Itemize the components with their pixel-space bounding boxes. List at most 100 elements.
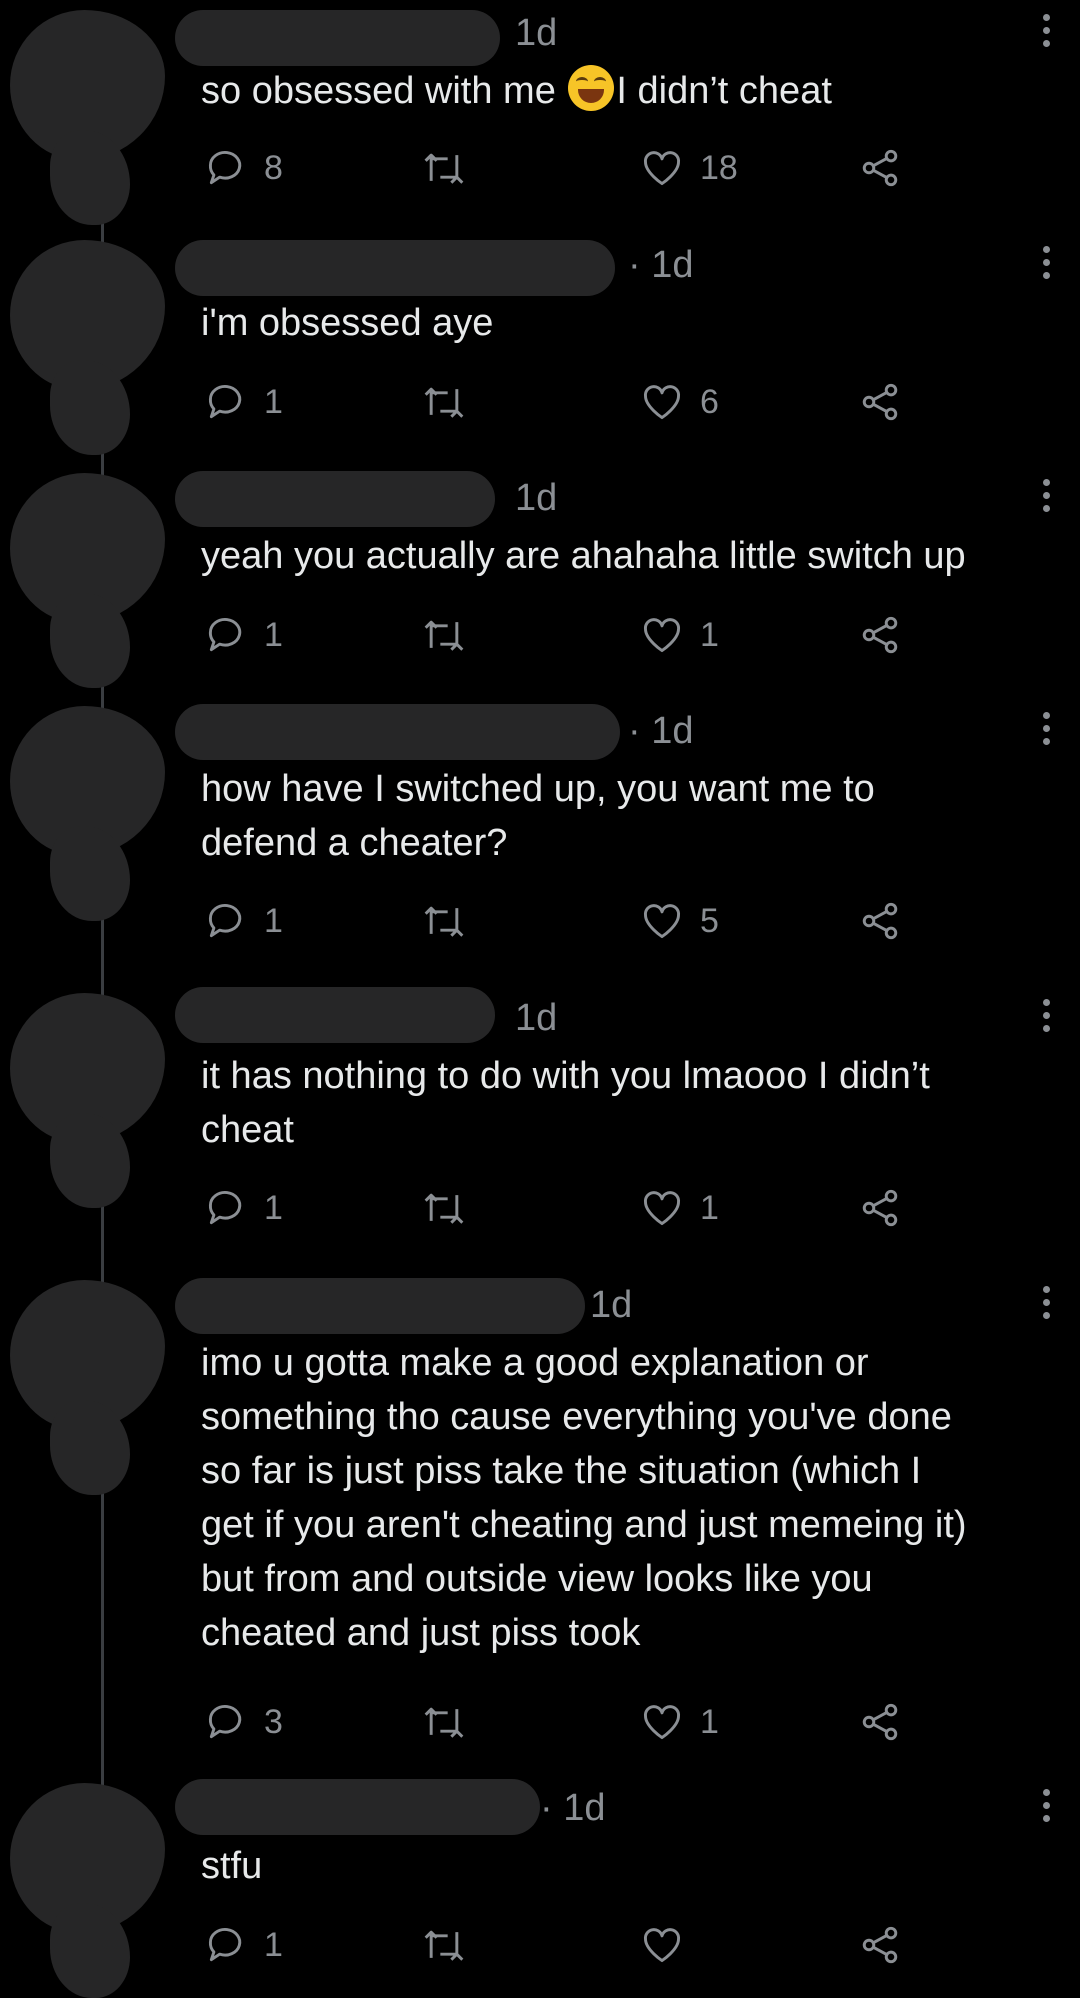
username-redacted <box>175 1779 540 1835</box>
avatar-redacted <box>10 473 165 688</box>
tweet-text: so obsessed with me I didn’t cheat <box>201 64 1062 118</box>
tweet-timestamp: · 1d <box>628 710 694 752</box>
like-button[interactable]: 6 <box>640 377 719 427</box>
more-vertical-icon <box>1042 246 1050 253</box>
tweet-text: how have I switched up, you want me to d… <box>201 768 875 864</box>
share-icon <box>862 149 898 187</box>
tweet-timestamp: 1d <box>515 477 558 519</box>
avatar-redacted <box>10 240 165 455</box>
tweet-timestamp: · 1d <box>540 1787 606 1829</box>
tweet-text: it has nothing to do with you lmaooo I d… <box>201 1055 930 1151</box>
reply-count: 3 <box>264 1702 283 1741</box>
reply-count: 8 <box>264 148 283 187</box>
tweet-timestamp: · 1d <box>628 244 694 286</box>
more-options-button[interactable] <box>1040 14 1052 58</box>
avatar-redacted <box>10 1783 165 1998</box>
reply-button[interactable]: 1 <box>204 1920 283 1970</box>
username-redacted <box>175 10 500 66</box>
reply-icon <box>208 1191 242 1225</box>
username-redacted <box>175 1278 585 1334</box>
share-icon <box>862 383 898 421</box>
retweet-button[interactable] <box>420 610 468 660</box>
heart-icon <box>644 904 680 939</box>
tears-of-joy-emoji-icon <box>568 65 615 111</box>
like-count: 1 <box>700 1702 719 1741</box>
share-icon <box>862 1926 898 1964</box>
more-options-button[interactable] <box>1040 246 1052 290</box>
heart-icon <box>644 1191 680 1226</box>
like-button[interactable]: 1 <box>640 1697 719 1747</box>
reply-count: 1 <box>264 615 283 654</box>
more-vertical-icon <box>1042 479 1050 486</box>
tweet-timestamp: 1d <box>590 1284 633 1326</box>
share-button[interactable] <box>858 1183 902 1233</box>
reply-button[interactable]: 1 <box>204 1183 283 1233</box>
avatar-redacted <box>10 993 165 1208</box>
avatar-redacted <box>10 1280 165 1495</box>
reply-count: 1 <box>264 382 283 421</box>
share-button[interactable] <box>858 610 902 660</box>
share-button[interactable] <box>858 896 902 946</box>
like-count: 5 <box>700 901 719 940</box>
avatar-redacted <box>10 10 165 225</box>
share-icon <box>862 616 898 654</box>
like-count: 18 <box>700 148 738 187</box>
reply-button[interactable]: 3 <box>204 1697 283 1747</box>
retweet-icon <box>424 153 464 184</box>
more-vertical-icon <box>1042 1286 1050 1293</box>
reply-icon <box>208 385 242 419</box>
like-button[interactable] <box>640 1920 700 1970</box>
reply-button[interactable]: 1 <box>204 610 283 660</box>
retweet-icon <box>424 620 464 651</box>
more-vertical-icon <box>1042 14 1050 21</box>
reply-count: 1 <box>264 1188 283 1227</box>
reply-icon <box>208 618 242 652</box>
tweet-text: i'm obsessed aye <box>201 302 494 344</box>
like-button[interactable]: 1 <box>640 1183 719 1233</box>
share-button[interactable] <box>858 377 902 427</box>
retweet-button[interactable] <box>420 143 468 193</box>
tweet-timestamp: 1d <box>515 12 558 54</box>
tweet-text: yeah you actually are ahahaha little swi… <box>201 535 966 577</box>
retweet-icon <box>424 1193 464 1224</box>
reply-button[interactable]: 8 <box>204 143 283 193</box>
share-button[interactable] <box>858 143 902 193</box>
username-redacted <box>175 471 495 527</box>
reply-count: 1 <box>264 1925 283 1964</box>
tweet-text: stfu <box>201 1845 263 1887</box>
share-icon <box>862 902 898 940</box>
share-button[interactable] <box>858 1697 902 1747</box>
retweet-button[interactable] <box>420 377 468 427</box>
reply-count: 1 <box>264 901 283 940</box>
heart-icon <box>644 151 680 186</box>
more-options-button[interactable] <box>1040 999 1052 1043</box>
retweet-button[interactable] <box>420 1920 468 1970</box>
retweet-button[interactable] <box>420 1183 468 1233</box>
retweet-button[interactable] <box>420 896 468 946</box>
like-button[interactable]: 5 <box>640 896 719 946</box>
more-options-button[interactable] <box>1040 479 1052 523</box>
retweet-button[interactable] <box>420 1697 468 1747</box>
username-redacted <box>175 704 620 760</box>
like-button[interactable]: 1 <box>640 610 719 660</box>
like-button[interactable]: 18 <box>640 143 738 193</box>
tweet-timestamp: 1d <box>515 997 558 1039</box>
reply-button[interactable]: 1 <box>204 377 283 427</box>
tweet-text: imo u gotta make a good explanation or s… <box>201 1342 967 1654</box>
retweet-icon <box>424 387 464 418</box>
retweet-icon <box>424 906 464 937</box>
more-vertical-icon <box>1042 999 1050 1006</box>
share-icon <box>862 1189 898 1227</box>
heart-icon <box>644 385 680 420</box>
share-button[interactable] <box>858 1920 902 1970</box>
share-icon <box>862 1703 898 1741</box>
more-options-button[interactable] <box>1040 1286 1052 1330</box>
more-vertical-icon <box>1042 1789 1050 1796</box>
username-redacted <box>175 240 615 296</box>
reply-icon <box>208 1705 242 1739</box>
more-options-button[interactable] <box>1040 1789 1052 1833</box>
reply-icon <box>208 904 242 938</box>
like-count: 1 <box>700 1188 719 1227</box>
reply-button[interactable]: 1 <box>204 896 283 946</box>
more-options-button[interactable] <box>1040 712 1052 756</box>
